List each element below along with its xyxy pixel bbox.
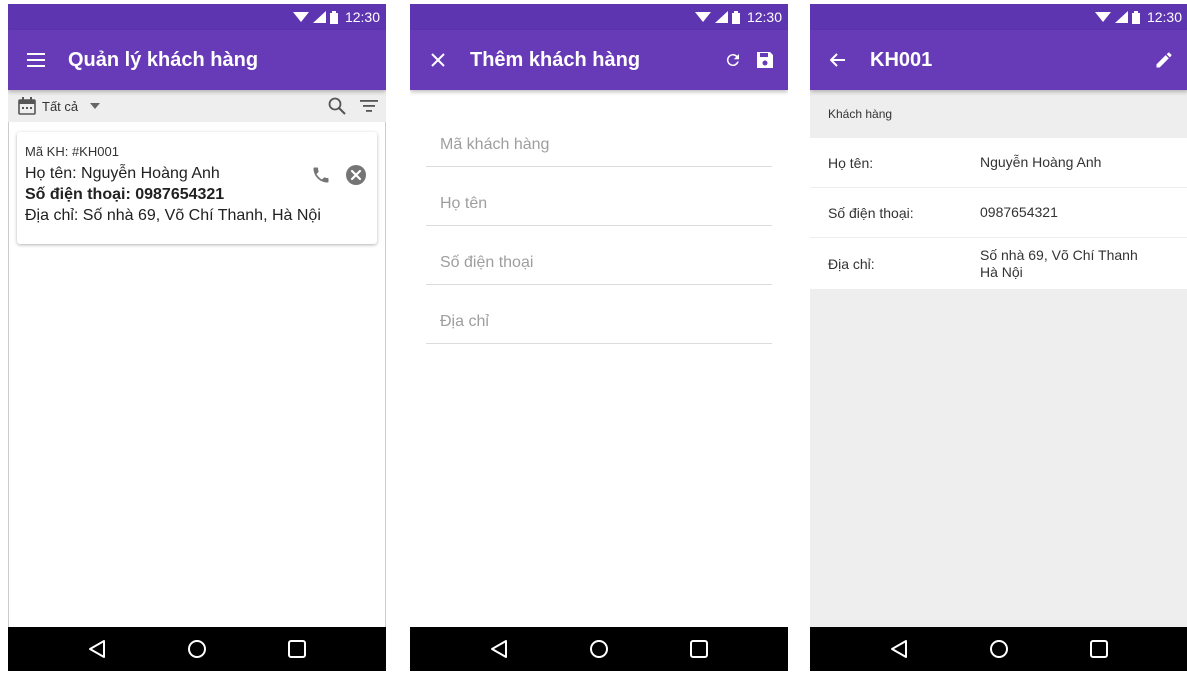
search-icon[interactable]	[328, 97, 346, 115]
customer-code-input[interactable]	[440, 136, 772, 154]
home-nav-icon[interactable]	[989, 639, 1009, 659]
cell-signal-icon	[312, 11, 326, 23]
edit-icon[interactable]	[1154, 50, 1174, 70]
detail-label: Số điện thoại:	[828, 204, 914, 221]
section-header: Khách hàng	[828, 107, 893, 121]
detail-value: Số nhà 69, Võ Chí Thanh Hà Nội	[980, 246, 1138, 280]
customer-phone: Số điện thoại: 0987654321	[25, 186, 225, 203]
name-field-wrap	[426, 167, 772, 226]
customer-address: Địa chỉ: Số nhà 69, Võ Chí Thanh, Hà Nội	[25, 207, 321, 224]
address-input[interactable]	[440, 313, 772, 331]
detail-row-name: Họ tên: Nguyễn Hoàng Anh	[810, 138, 1187, 188]
home-nav-icon[interactable]	[187, 639, 207, 659]
status-bar: 12:30	[810, 4, 1187, 30]
menu-icon	[27, 53, 45, 67]
detail-label: Họ tên:	[828, 154, 874, 171]
battery-icon	[1131, 10, 1140, 24]
system-nav-bar	[8, 627, 386, 671]
detail-value: Nguyễn Hoàng Anh	[980, 154, 1102, 170]
detail-row-phone: Số điện thoại: 0987654321	[810, 188, 1187, 238]
back-nav-icon[interactable]	[890, 639, 908, 659]
status-time: 12:30	[344, 9, 380, 25]
customer-list-screen: 12:30 Quản lý khách hàng Tất cả Mã KH: #…	[8, 4, 386, 671]
app-bar: Thêm khách hàng	[410, 30, 788, 90]
wifi-icon	[694, 12, 711, 22]
close-icon	[431, 53, 445, 67]
cell-signal-icon	[714, 11, 728, 23]
dropdown-arrow-icon	[90, 103, 101, 109]
page-title: Thêm khách hàng	[470, 48, 641, 71]
system-nav-bar	[810, 627, 1187, 671]
filter-bar: Tất cả	[8, 90, 386, 122]
detail-value: 0987654321	[980, 204, 1058, 220]
wifi-icon	[1094, 12, 1111, 22]
customer-card[interactable]: Mã KH: #KH001 Họ tên: Nguyễn Hoàng Anh S…	[17, 132, 377, 244]
customer-code-field-wrap	[426, 108, 772, 167]
phone-icon[interactable]	[311, 165, 331, 185]
close-button[interactable]	[410, 53, 466, 67]
add-customer-form	[410, 90, 788, 344]
system-nav-bar	[410, 627, 788, 671]
refresh-icon[interactable]	[724, 51, 742, 69]
address-field-wrap	[426, 285, 772, 344]
phone-input[interactable]	[440, 254, 772, 272]
filter-icon[interactable]	[360, 99, 378, 113]
status-time: 12:30	[746, 9, 782, 25]
back-nav-icon[interactable]	[88, 639, 106, 659]
phone-field-wrap	[426, 226, 772, 285]
recents-nav-icon[interactable]	[1089, 640, 1108, 658]
detail-label: Địa chỉ:	[828, 255, 875, 272]
date-filter-dropdown[interactable]: Tất cả	[18, 97, 328, 115]
detail-row-address: Địa chỉ: Số nhà 69, Võ Chí Thanh Hà Nội	[810, 238, 1187, 290]
status-bar: 12:30	[8, 4, 386, 30]
customer-code: Mã KH: #KH001	[25, 144, 119, 159]
menu-button[interactable]	[8, 53, 64, 67]
home-nav-icon[interactable]	[589, 639, 609, 659]
customer-detail: Khách hàng Họ tên: Nguyễn Hoàng Anh Số đ…	[810, 90, 1187, 627]
back-nav-icon[interactable]	[490, 639, 508, 659]
wifi-icon	[292, 12, 309, 22]
recents-nav-icon[interactable]	[287, 640, 306, 658]
name-input[interactable]	[440, 195, 772, 213]
status-bar: 12:30	[410, 4, 788, 30]
customer-detail-screen: 12:30 KH001 Khách hàng Họ tên: Nguyễn Ho…	[810, 4, 1187, 671]
customer-list: Mã KH: #KH001 Họ tên: Nguyễn Hoàng Anh S…	[8, 122, 386, 627]
page-title: Quản lý khách hàng	[68, 48, 259, 71]
filter-label: Tất cả	[42, 98, 79, 114]
back-button[interactable]	[810, 53, 866, 67]
cell-signal-icon	[1114, 11, 1128, 23]
calendar-icon	[18, 97, 36, 115]
add-customer-screen: 12:30 Thêm khách hàng	[410, 4, 788, 671]
battery-icon	[731, 10, 740, 24]
arrow-back-icon	[830, 53, 845, 67]
battery-icon	[329, 10, 338, 24]
page-title: KH001	[870, 48, 933, 71]
recents-nav-icon[interactable]	[689, 640, 708, 658]
save-icon[interactable]	[756, 51, 774, 69]
app-bar: KH001	[810, 30, 1187, 90]
app-bar: Quản lý khách hàng	[8, 30, 386, 90]
status-time: 12:30	[1146, 9, 1182, 25]
delete-circle-icon[interactable]	[345, 164, 367, 186]
